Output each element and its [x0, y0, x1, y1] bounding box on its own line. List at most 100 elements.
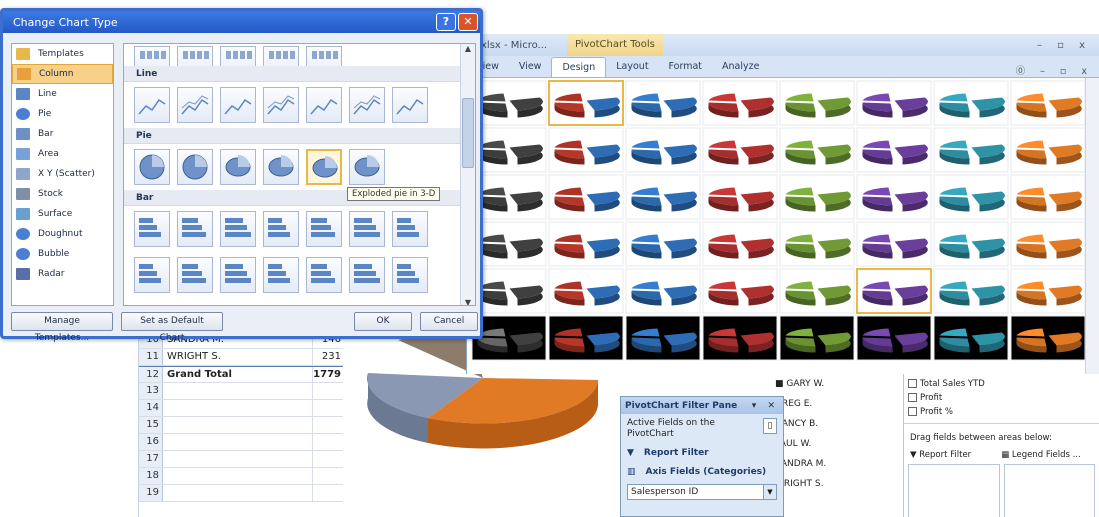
- chart-style-item[interactable]: [471, 221, 547, 267]
- bar-subtype-thumb[interactable]: [392, 257, 428, 293]
- line-subtype-thumb[interactable]: [134, 87, 170, 123]
- chart-style-item[interactable]: [933, 268, 1009, 314]
- scroll-down-icon[interactable]: ▼: [461, 298, 475, 305]
- set-default-chart-button[interactable]: Set as Default Chart: [121, 311, 223, 343]
- line-subtype-thumb[interactable]: [349, 87, 385, 123]
- chart-style-item[interactable]: [702, 174, 778, 220]
- pie-subtype-thumb[interactable]: [134, 149, 170, 185]
- chart-style-item[interactable]: [856, 315, 932, 361]
- column-subtype-thumb[interactable]: [220, 46, 256, 66]
- chart-style-item[interactable]: [548, 268, 624, 314]
- bar-subtype-thumb[interactable]: [349, 257, 385, 293]
- sheet-row[interactable]: 18: [139, 468, 343, 485]
- chart-style-item[interactable]: [702, 127, 778, 173]
- sheet-row[interactable]: 14: [139, 400, 343, 417]
- chart-style-item[interactable]: [933, 315, 1009, 361]
- legend-fields-drop-area[interactable]: [1003, 464, 1095, 517]
- ok-button[interactable]: OK: [354, 311, 412, 331]
- chart-type-bar[interactable]: Bar: [12, 124, 113, 144]
- chart-style-item[interactable]: [933, 221, 1009, 267]
- chart-type-pie[interactable]: Pie: [12, 104, 113, 124]
- chart-type-bubble[interactable]: Bubble: [12, 244, 113, 264]
- chart-style-item[interactable]: [1010, 268, 1086, 314]
- sheet-row[interactable]: 11 WRIGHT S. 231: [139, 349, 343, 366]
- column-subtype-thumb[interactable]: [177, 46, 213, 66]
- chart-type-x-y-scatter[interactable]: X Y (Scatter): [12, 164, 113, 184]
- chart-style-item[interactable]: [856, 268, 932, 314]
- bar-subtype-thumb[interactable]: [306, 257, 342, 293]
- report-filter-section[interactable]: ▼ Report Filter: [627, 448, 777, 459]
- chart-style-item[interactable]: [1010, 127, 1086, 173]
- chart-style-item[interactable]: [702, 268, 778, 314]
- chart-style-item[interactable]: [471, 268, 547, 314]
- chart-style-item[interactable]: [471, 315, 547, 361]
- chevron-down-icon[interactable]: ▼: [763, 485, 776, 499]
- chart-style-item[interactable]: [471, 127, 547, 173]
- dialog-scrollbar[interactable]: ▲ ▼: [460, 44, 475, 305]
- bar-subtype-thumb[interactable]: [177, 211, 213, 247]
- pie-subtype-thumb[interactable]: [263, 149, 299, 185]
- cell-name[interactable]: [163, 468, 313, 484]
- chart-style-item[interactable]: [625, 127, 701, 173]
- chart-style-item[interactable]: [702, 221, 778, 267]
- chart-style-item[interactable]: [548, 80, 624, 126]
- chart-style-item[interactable]: [1010, 221, 1086, 267]
- chart-style-item[interactable]: [702, 315, 778, 361]
- filter-pane-close-icon[interactable]: ▾ ✕: [752, 401, 783, 411]
- bar-subtype-thumb[interactable]: [392, 211, 428, 247]
- pie-subtype-thumb[interactable]: [177, 149, 213, 185]
- chart-style-item[interactable]: [779, 268, 855, 314]
- scroll-thumb[interactable]: [462, 98, 474, 168]
- cell-name[interactable]: [163, 400, 313, 416]
- cell-value[interactable]: [313, 383, 343, 399]
- axis-fields-section[interactable]: ▥ Axis Fields (Categories): [627, 467, 777, 478]
- cell-value[interactable]: [313, 451, 343, 467]
- chart-style-item[interactable]: [548, 315, 624, 361]
- manage-templates-button[interactable]: Manage Templates...: [11, 311, 113, 343]
- chart-style-item[interactable]: [548, 174, 624, 220]
- cell-name[interactable]: [163, 434, 313, 450]
- tab-format[interactable]: Format: [659, 57, 712, 77]
- chart-style-item[interactable]: [702, 80, 778, 126]
- help-button[interactable]: ?: [436, 13, 456, 31]
- chart-style-item[interactable]: [779, 315, 855, 361]
- pie-subtype-thumb[interactable]: [349, 149, 385, 185]
- chart-style-item[interactable]: [933, 80, 1009, 126]
- chart-style-item[interactable]: [779, 80, 855, 126]
- checkbox[interactable]: [908, 407, 917, 416]
- bar-subtype-thumb[interactable]: [134, 211, 170, 247]
- chart-style-item[interactable]: [625, 268, 701, 314]
- bar-subtype-thumb[interactable]: [220, 257, 256, 293]
- sheet-row[interactable]: 17: [139, 451, 343, 468]
- bar-subtype-thumb[interactable]: [177, 257, 213, 293]
- chart-type-column[interactable]: Column: [12, 64, 113, 84]
- field-checkbox-row[interactable]: Total Sales YTD: [908, 377, 1095, 391]
- report-filter-drop-area[interactable]: [908, 464, 1000, 517]
- tab-analyze[interactable]: Analyze: [712, 57, 769, 77]
- bar-subtype-thumb[interactable]: [134, 257, 170, 293]
- column-subtype-thumb[interactable]: [263, 46, 299, 66]
- column-subtype-thumb[interactable]: [134, 46, 170, 66]
- chart-style-item[interactable]: [1010, 315, 1086, 361]
- chart-styles-gallery[interactable]: [467, 78, 1099, 370]
- cell-name[interactable]: [163, 485, 313, 501]
- cell-value[interactable]: [313, 485, 343, 501]
- pie-subtype-thumb[interactable]: [306, 149, 342, 185]
- chart-style-item[interactable]: [933, 174, 1009, 220]
- sheet-row[interactable]: 13: [139, 383, 343, 400]
- cell-value[interactable]: [313, 434, 343, 450]
- chart-style-item[interactable]: [856, 174, 932, 220]
- cell-name[interactable]: [163, 451, 313, 467]
- cell-name[interactable]: [163, 383, 313, 399]
- sheet-row[interactable]: 19: [139, 485, 343, 502]
- line-subtype-thumb[interactable]: [306, 87, 342, 123]
- column-subtype-thumb[interactable]: [306, 46, 342, 66]
- chart-type-line[interactable]: Line: [12, 84, 113, 104]
- cancel-button[interactable]: Cancel: [420, 311, 478, 331]
- chart-style-item[interactable]: [548, 221, 624, 267]
- bar-subtype-thumb[interactable]: [349, 211, 385, 247]
- chart-type-radar[interactable]: Radar: [12, 264, 113, 284]
- chart-style-item[interactable]: [779, 221, 855, 267]
- line-subtype-thumb[interactable]: [263, 87, 299, 123]
- checkbox[interactable]: [908, 379, 917, 388]
